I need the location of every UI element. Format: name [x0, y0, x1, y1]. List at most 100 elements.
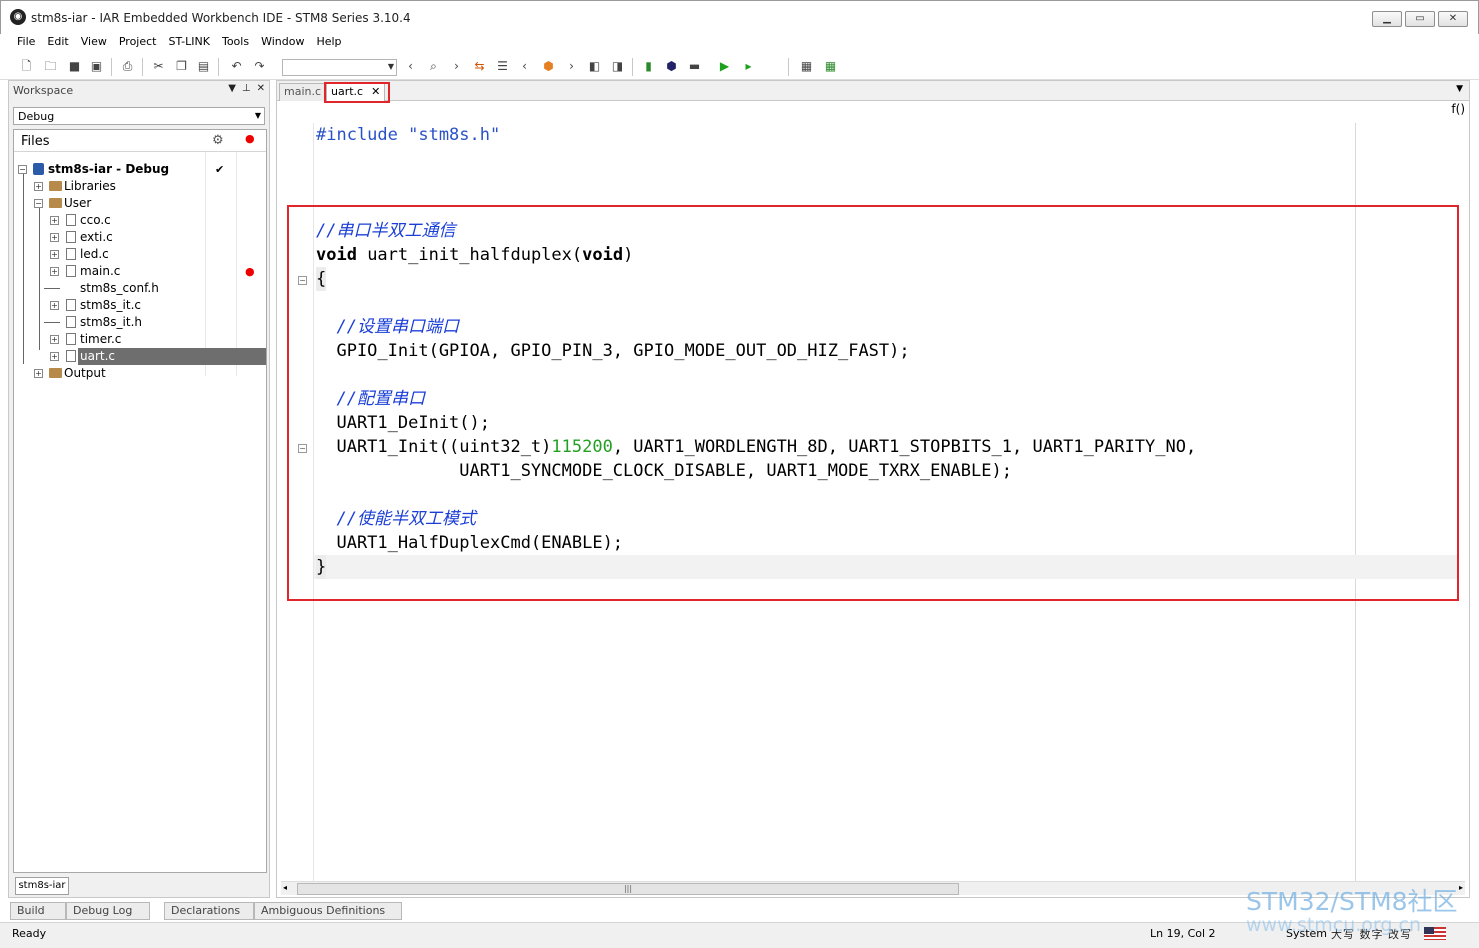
find-previous-icon[interactable]: ‹	[402, 58, 419, 75]
tree-item-user[interactable]: − User	[14, 195, 266, 212]
tree-item-label: Output	[64, 366, 106, 380]
folder-icon	[49, 368, 62, 378]
save-icon[interactable]: ■	[66, 58, 83, 75]
file-icon	[66, 265, 76, 277]
menu-tools[interactable]: Tools	[216, 34, 255, 54]
expand-icon[interactable]: +	[50, 267, 59, 276]
chevron-down-icon[interactable]: ▼	[228, 83, 236, 94]
menu-view[interactable]: View	[75, 34, 113, 54]
tree-item-stm8s-it-h[interactable]: stm8s_it.h	[14, 314, 266, 331]
pin-icon[interactable]: ⊥	[242, 83, 251, 94]
expand-icon[interactable]: +	[34, 369, 43, 378]
stop-build-icon[interactable]: ▬	[686, 58, 703, 75]
tab-main-c[interactable]: main.c	[279, 83, 327, 101]
open-file-icon[interactable]: 🗀	[42, 58, 59, 75]
menu-file[interactable]: File	[11, 34, 41, 54]
tree-item-main-c[interactable]: + main.c ●	[14, 263, 266, 280]
gear-icon[interactable]: ⚙	[212, 133, 224, 148]
tree-item-stm8s-conf-h[interactable]: stm8s_conf.h	[14, 280, 266, 297]
redo-icon[interactable]: ↷	[251, 58, 268, 75]
download-debug-icon[interactable]: ▶	[716, 58, 733, 75]
file-icon	[66, 231, 76, 243]
chevron-down-icon[interactable]: ▼	[1456, 84, 1463, 94]
tab-build[interactable]: Build	[10, 902, 66, 920]
expand-icon[interactable]: +	[50, 233, 59, 242]
minimize-button[interactable]: ▁	[1372, 11, 1402, 27]
collapse-icon[interactable]: −	[18, 165, 27, 174]
cut-icon[interactable]: ✂	[150, 58, 167, 75]
tree-item-output[interactable]: + Output	[14, 365, 266, 382]
scroll-right-icon[interactable]: ▸	[1459, 883, 1463, 892]
tab-ambiguous-definitions[interactable]: Ambiguous Definitions	[254, 902, 402, 920]
editor-pane: main.c uart.c ✕ ▼ f() #include "stm8s.h" …	[276, 80, 1470, 898]
replace-icon[interactable]: ⇆	[471, 58, 488, 75]
tree-item-stm8s-it-c[interactable]: + stm8s_it.c	[14, 297, 266, 314]
tab-declarations[interactable]: Declarations	[164, 902, 254, 920]
expand-icon[interactable]: +	[50, 216, 59, 225]
file-icon	[66, 299, 76, 311]
tree-item-timer-c[interactable]: + timer.c	[14, 331, 266, 348]
expand-icon[interactable]: +	[50, 250, 59, 259]
code-highlight-box	[287, 205, 1459, 601]
maximize-button[interactable]: ▭	[1405, 11, 1435, 27]
tree-item-label: uart.c	[78, 348, 266, 365]
tree-item-project[interactable]: − stm8s-iar - Debug ✔	[14, 161, 266, 178]
code-line-1: #include "stm8s.h"	[316, 125, 501, 145]
checkmark-icon: ✔	[215, 163, 225, 176]
editor-tabs: main.c uart.c ✕ ▼	[277, 81, 1469, 103]
print-icon[interactable]: ⎙	[119, 58, 136, 75]
bookmark-icon[interactable]: ⬢	[540, 58, 557, 75]
compile-icon[interactable]: ▮	[640, 58, 657, 75]
tree-item-label: stm8s_it.h	[80, 315, 142, 329]
tree-item-led-c[interactable]: + led.c	[14, 246, 266, 263]
tree-item-label: User	[64, 196, 92, 210]
expand-icon[interactable]: +	[50, 335, 59, 344]
find-combo[interactable]: ▼	[282, 59, 397, 76]
code-area[interactable]: #include "stm8s.h" //串口半双工通信 void uart_i…	[277, 123, 1469, 883]
next-bookmark-icon[interactable]: ◨	[609, 58, 626, 75]
tree-item-uart-c[interactable]: + uart.c	[14, 348, 266, 365]
function-list-button[interactable]: f()	[1451, 102, 1465, 116]
watermark-logo: STM32/STM8社区	[1246, 887, 1458, 916]
workspace-tab[interactable]: stm8s-iar	[15, 877, 69, 895]
scroll-thumb[interactable]: |||	[297, 883, 959, 895]
close-button[interactable]: ✕	[1438, 11, 1468, 27]
paste-icon[interactable]: ▤	[195, 58, 212, 75]
iar-app-icon[interactable]: ◉	[10, 9, 26, 25]
go-to-icon[interactable]: ☰	[494, 58, 511, 75]
menu-st-link[interactable]: ST-LINK	[162, 34, 215, 54]
tree-item-exti-c[interactable]: + exti.c	[14, 229, 266, 246]
tab-debug-log[interactable]: Debug Log	[66, 902, 150, 920]
undo-icon[interactable]: ↶	[228, 58, 245, 75]
copy-icon[interactable]: ❐	[173, 58, 190, 75]
navigate-back-icon[interactable]: ‹	[516, 58, 533, 75]
tree-item-libraries[interactable]: + Libraries	[14, 178, 266, 195]
menu-window[interactable]: Window	[255, 34, 310, 54]
chevron-down-icon: ▼	[387, 62, 394, 71]
find-icon[interactable]: ⌕	[425, 58, 442, 75]
navigate-forward-icon[interactable]: ›	[563, 58, 580, 75]
menu-project[interactable]: Project	[113, 34, 163, 54]
project-label: stm8s-iar - Debug	[48, 162, 170, 176]
scroll-left-icon[interactable]: ◂	[283, 883, 287, 892]
menu-help[interactable]: Help	[310, 34, 347, 54]
expand-icon[interactable]: +	[34, 182, 43, 191]
find-next-icon[interactable]: ›	[448, 58, 465, 75]
watermark-url: www.stmcu.org.cn	[1246, 914, 1421, 936]
new-file-icon[interactable]: 🗋	[18, 58, 35, 75]
close-icon[interactable]: ✕	[257, 83, 265, 94]
menu-edit[interactable]: Edit	[41, 34, 74, 54]
make-icon[interactable]: ⬢	[663, 58, 680, 75]
breakpoint-dot-icon: ●	[245, 265, 255, 278]
collapse-icon[interactable]: −	[34, 199, 43, 208]
toggle-breakpoint-icon[interactable]: ▦	[798, 58, 815, 75]
breakpoint-options-icon[interactable]: ▦	[822, 58, 839, 75]
project-icon	[33, 163, 44, 175]
expand-icon[interactable]: +	[50, 301, 59, 310]
expand-icon[interactable]: +	[50, 352, 59, 361]
debug-without-download-icon[interactable]: ▸	[740, 58, 757, 75]
tree-item-cco-c[interactable]: + cco.c	[14, 212, 266, 229]
save-all-icon[interactable]: ▣	[88, 58, 105, 75]
prev-bookmark-icon[interactable]: ◧	[586, 58, 603, 75]
configuration-select[interactable]: Debug ▼	[13, 107, 265, 125]
